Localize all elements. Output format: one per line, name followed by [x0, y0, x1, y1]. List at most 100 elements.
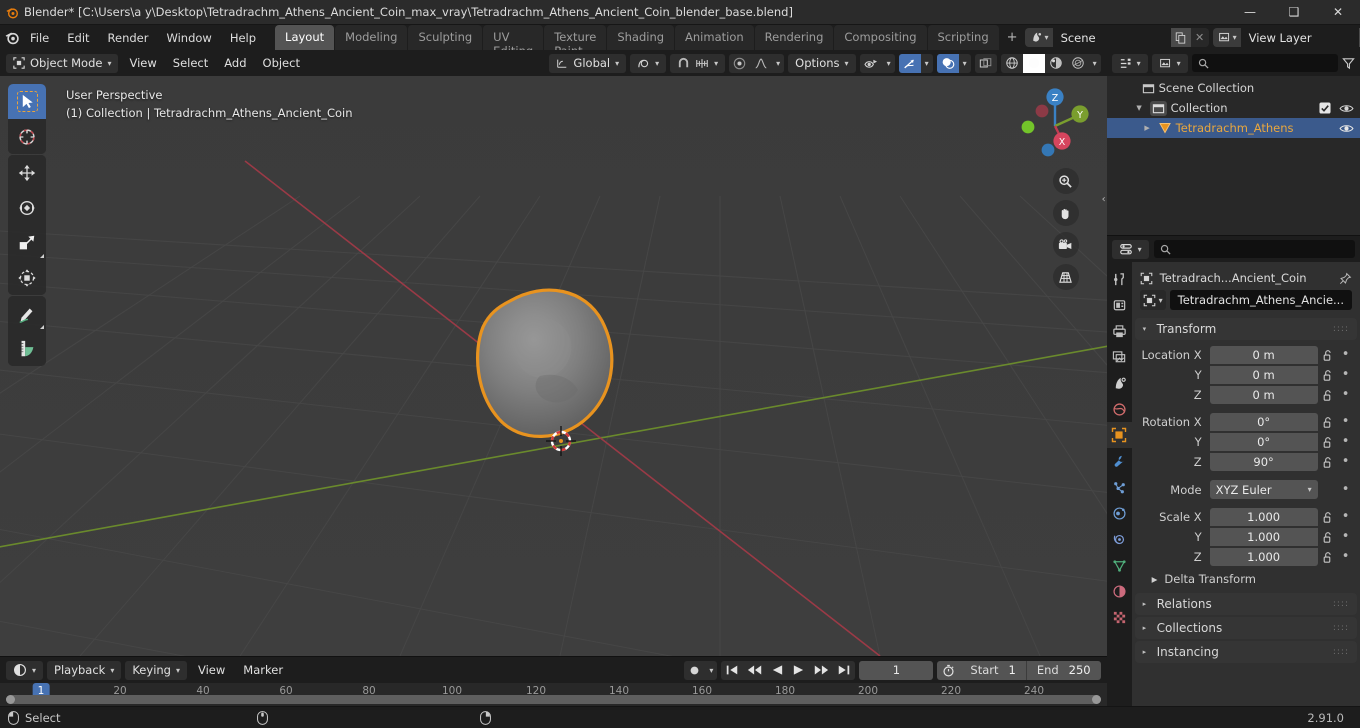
tab-scripting[interactable]: Scripting [927, 25, 999, 50]
tweak-select-box-tool[interactable] [8, 84, 46, 119]
panel-header-relations[interactable]: ▸ Relations :::: [1134, 593, 1357, 615]
rotation-y-input[interactable]: 0° [1209, 433, 1318, 451]
location-y-input[interactable]: 0 m [1209, 366, 1318, 384]
proportional-editing-group[interactable]: ▾ [729, 53, 785, 73]
scene-name-field[interactable]: Scene [1052, 28, 1171, 47]
scene-selector[interactable]: ▾ Scene ✕ [1024, 28, 1209, 47]
expand-triangle[interactable]: ▶ [1141, 124, 1154, 132]
pan-hand-icon[interactable] [1052, 200, 1079, 226]
panel-header-collections[interactable]: ▸ Collections :::: [1134, 617, 1357, 639]
falloff-curve-icon[interactable] [750, 54, 772, 73]
current-frame-field[interactable]: 1 [859, 660, 934, 680]
panel-header-transform[interactable]: ▾ Transform :::: [1134, 318, 1357, 340]
panel-drag-grip[interactable]: :::: [1333, 647, 1349, 657]
filter-icon[interactable] [1342, 57, 1355, 70]
menu-help[interactable]: Help [221, 28, 265, 48]
eye-visibility-icon[interactable] [1339, 103, 1354, 114]
tab-modeling[interactable]: Modeling [335, 25, 408, 50]
play-reverse-icon[interactable] [767, 661, 788, 680]
object-data-tab-icon[interactable] [1107, 552, 1132, 578]
outliner-filter-id-dropdown[interactable]: ▾ [1151, 53, 1188, 73]
constraints-tab-icon[interactable] [1107, 526, 1132, 552]
timeline-menu-playback[interactable]: Playback ▾ [47, 660, 122, 680]
zoom-icon[interactable] [1052, 168, 1079, 194]
chevron-down-icon[interactable]: ▾ [705, 661, 717, 680]
material-tab-icon[interactable] [1107, 578, 1132, 604]
menu-file[interactable]: File [21, 28, 58, 48]
view-layer-icon[interactable]: ▾ [1212, 28, 1241, 47]
menu-window[interactable]: Window [157, 28, 220, 48]
rotate-tool[interactable] [8, 190, 46, 225]
proportional-editing-toggle[interactable] [729, 54, 750, 73]
timeline-editor-type-dropdown[interactable]: ▾ [6, 660, 44, 680]
viewport-menu-view[interactable]: View [122, 54, 163, 73]
overlays-group[interactable]: ▾ [936, 53, 971, 73]
add-workspace-button[interactable]: + [1000, 27, 1025, 48]
outliner-tree[interactable]: Scene Collection ▼ Collection ▶ Tetradra… [1106, 76, 1360, 235]
end-frame-value[interactable]: 250 [1065, 663, 1101, 677]
object-browse-dropdown[interactable]: ▾ [1139, 290, 1166, 310]
rotation-x-input[interactable]: 0° [1209, 413, 1318, 431]
remove-scene-button[interactable]: ✕ [1190, 28, 1209, 47]
toggle-orthographic-icon[interactable] [1052, 264, 1079, 290]
navigation-gizmo[interactable]: Z Y X [1017, 86, 1093, 162]
animate-property-dot-icon[interactable]: • [1338, 483, 1354, 496]
checkbox-enabled[interactable] [1319, 102, 1331, 114]
animate-property-dot-icon[interactable]: • [1338, 388, 1354, 401]
render-tab-icon[interactable] [1107, 292, 1132, 318]
playback-controls[interactable] [721, 660, 856, 680]
unlocked-padlock-icon[interactable] [1318, 436, 1338, 449]
rotation-mode-dropdown[interactable]: XYZ Euler ▾ [1209, 480, 1318, 499]
unlocked-padlock-icon[interactable] [1318, 551, 1338, 564]
scene-tab-icon[interactable] [1107, 370, 1132, 396]
unlocked-padlock-icon[interactable] [1318, 531, 1338, 544]
gizmo-group[interactable]: ▾ [898, 53, 933, 73]
view-layer-name-field[interactable]: View Layer [1240, 28, 1359, 47]
animate-property-dot-icon[interactable]: • [1338, 550, 1354, 563]
tool-tab-icon[interactable] [1107, 266, 1132, 292]
tab-texture-paint[interactable]: Texture Paint [544, 25, 607, 58]
blender-menu-icon[interactable] [4, 29, 21, 46]
viewport-sidebar-toggle[interactable]: ‹ [1102, 194, 1106, 205]
menu-render[interactable]: Render [99, 28, 158, 48]
animate-property-dot-icon[interactable]: • [1338, 510, 1354, 523]
material-preview-shading-icon[interactable] [1045, 54, 1067, 73]
view-layer-selector[interactable]: ▾ View Layer ✕ [1212, 28, 1360, 47]
outliner-row-collection[interactable]: ▼ Collection [1107, 98, 1360, 118]
pin-icon[interactable] [1339, 272, 1352, 285]
frame-range-group[interactable]: Start 1 End 250 [937, 660, 1101, 680]
particles-tab-icon[interactable] [1107, 474, 1132, 500]
rendered-shading-icon[interactable] [1067, 54, 1089, 73]
scale-x-input[interactable]: 1.000 [1209, 508, 1318, 526]
measure-tool[interactable] [8, 331, 46, 366]
animate-property-dot-icon[interactable]: • [1338, 368, 1354, 381]
viewport-menu-add[interactable]: Add [217, 54, 253, 73]
world-tab-icon[interactable] [1107, 396, 1132, 422]
scale-y-input[interactable]: 1.000 [1209, 528, 1318, 546]
transform-orientation-dropdown[interactable]: Global ▾ [549, 53, 627, 73]
scrollbar-handle-right[interactable] [1091, 695, 1101, 704]
chevron-down-icon[interactable]: ▾ [772, 54, 784, 73]
tab-sculpting[interactable]: Sculpting [408, 25, 483, 50]
object-name-field[interactable]: Tetradrachm_Athens_Ancie... [1169, 290, 1352, 310]
chevron-down-icon[interactable]: ▾ [921, 54, 933, 73]
chevron-down-icon[interactable]: ▾ [883, 54, 895, 73]
viewport-shading-group[interactable]: ▾ [1000, 53, 1101, 73]
timeline-ruler[interactable]: 20 40 60 80 100 120 140 160 180 200 220 … [0, 683, 1107, 706]
timeline-menu-marker[interactable]: Marker [236, 661, 290, 680]
chevron-down-icon[interactable]: ▾ [1089, 54, 1101, 73]
close-button[interactable]: ✕ [1316, 0, 1360, 25]
jump-to-keyframe-next-icon[interactable] [809, 661, 833, 680]
animate-property-dot-icon[interactable]: • [1338, 435, 1354, 448]
wireframe-shading-icon[interactable] [1001, 54, 1023, 73]
unlocked-padlock-icon[interactable] [1318, 416, 1338, 429]
tab-layout[interactable]: Layout [275, 25, 335, 50]
animate-property-dot-icon[interactable]: • [1338, 415, 1354, 428]
play-icon[interactable] [788, 661, 809, 680]
viewport-menu-select[interactable]: Select [166, 54, 215, 73]
interaction-mode-dropdown[interactable]: Object Mode ▾ [6, 53, 119, 73]
object-types-visibility-icon[interactable] [860, 54, 883, 73]
maximize-button[interactable]: ❑ [1272, 0, 1316, 25]
properties-search-input[interactable] [1153, 240, 1355, 258]
expand-triangle[interactable]: ▼ [1133, 104, 1146, 112]
